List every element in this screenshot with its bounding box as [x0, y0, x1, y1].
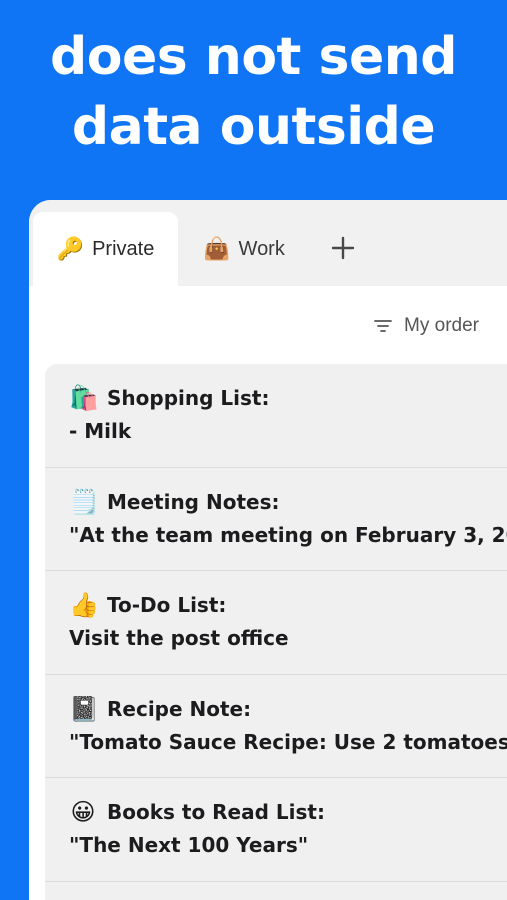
note-title: 😀 Books to Read List:: [69, 796, 507, 828]
note-preview: "The Next 100 Years": [69, 833, 309, 857]
sort-lines-icon: [374, 320, 392, 332]
note-title: 🗒️ Meeting Notes:: [69, 486, 507, 518]
note-title-text: Shopping List:: [107, 386, 270, 410]
tab-bar: 🔑 Private 👜 Work: [29, 200, 507, 286]
grinning-face-icon: 😀: [70, 798, 96, 826]
notebook-icon: 📓: [69, 694, 99, 723]
note-item[interactable]: 😀 Books to Read List: "The Next 100 Year…: [45, 778, 507, 882]
notes-list: 🛍️ Shopping List: - Milk 🗒️ Meeting Note…: [45, 364, 507, 900]
shopping-bags-icon: 🛍️: [69, 384, 99, 412]
add-tab-button[interactable]: [325, 230, 361, 266]
note-title: 📓 Recipe Note:: [69, 693, 507, 725]
note-preview: "At the team meeting on February 3, 2024: [69, 522, 507, 547]
app-screen: 🔑 Private 👜 Work My order 🛍️ Shopping Li…: [29, 200, 507, 900]
note-preview: Visit the post office: [69, 626, 289, 650]
note-preview: - Milk: [69, 419, 132, 443]
note-preview: "Tomato Sauce Recipe: Use 2 tomatoes, 1 …: [69, 729, 507, 754]
handbag-icon: 👜: [203, 236, 231, 261]
note-title-text: Meeting Notes:: [107, 489, 280, 514]
sort-order-button[interactable]: My order: [374, 312, 479, 340]
tab-private-label: Private: [92, 237, 155, 260]
note-title-text: Recipe Note:: [107, 696, 252, 721]
tab-work-label: Work: [238, 237, 285, 260]
plus-icon: [331, 236, 355, 260]
note-item[interactable]: 🛍️ Shopping List: - Milk: [45, 364, 507, 468]
note-title-text: Books to Read List:: [107, 800, 325, 824]
note-title: 🛍️ Shopping List:: [69, 382, 507, 414]
tab-private[interactable]: 🔑 Private: [33, 212, 178, 286]
notepad-icon: 🗒️: [69, 487, 99, 516]
note-item[interactable]: 📓 Recipe Note: "Tomato Sauce Recipe: Use…: [45, 675, 507, 778]
note-title-text: To-Do List:: [107, 593, 227, 617]
headline-line-2: data outside: [71, 97, 436, 157]
thumbs-up-icon: 👍: [69, 591, 99, 619]
promo-headline: does not send data outside: [0, 22, 507, 162]
sort-order-label: My order: [404, 315, 479, 336]
note-item[interactable]: 🗒️ Meeting Notes: "At the team meeting o…: [45, 468, 507, 571]
tab-work[interactable]: 👜 Work: [189, 212, 299, 286]
key-icon: 🔑: [56, 236, 85, 261]
note-title: 👍 To-Do List:: [69, 589, 507, 621]
headline-line-1: does not send: [50, 27, 457, 87]
note-item[interactable]: 👍 To-Do List: Visit the post office: [45, 571, 507, 675]
